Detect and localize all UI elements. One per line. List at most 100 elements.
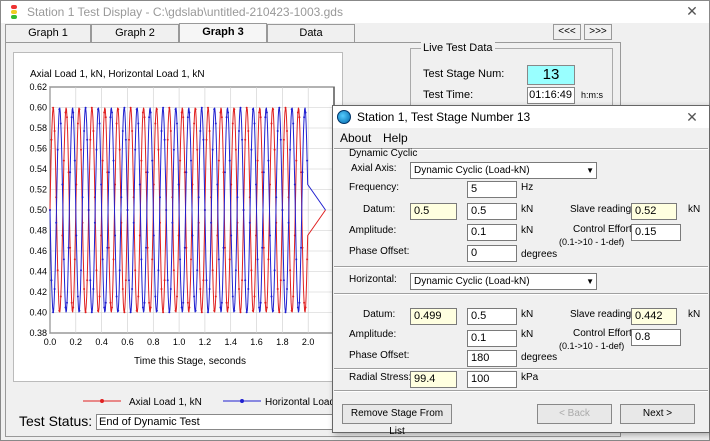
data-point xyxy=(152,234,155,237)
chart-area: Axial Load 1, kN, Horizontal Load 1, kN … xyxy=(13,52,343,382)
menu-help[interactable]: Help xyxy=(383,131,408,145)
next-button[interactable]: Next > xyxy=(620,404,695,424)
data-point xyxy=(148,116,151,119)
data-point xyxy=(296,306,299,309)
radial-stress-input[interactable]: 100 xyxy=(467,371,517,388)
data-point xyxy=(200,106,203,109)
data-point xyxy=(135,108,138,111)
data-point xyxy=(59,122,62,125)
data-point xyxy=(166,279,169,282)
data-point xyxy=(59,295,62,298)
test-stage-label: Test Stage Num: xyxy=(423,68,505,80)
axial-effort-input[interactable]: 0.15 xyxy=(631,224,681,241)
data-point xyxy=(261,246,264,249)
data-point xyxy=(245,311,248,314)
data-point xyxy=(284,106,287,109)
data-point xyxy=(199,288,202,290)
data-point xyxy=(128,279,130,282)
horizontal-phase-input[interactable]: 180 xyxy=(467,350,517,367)
remove-stage-button[interactable]: Remove Stage From List xyxy=(342,404,452,437)
data-point xyxy=(101,258,104,261)
data-point xyxy=(83,288,86,290)
y-tick-label: 0.48 xyxy=(29,226,47,236)
data-point xyxy=(185,171,188,174)
horizontal-amplitude-input[interactable]: 0.1 xyxy=(467,330,517,347)
x-tick-label: 2.0 xyxy=(302,337,315,347)
data-point xyxy=(138,183,141,186)
data-point xyxy=(258,306,261,309)
y-tick-label: 0.62 xyxy=(29,82,47,92)
data-point xyxy=(53,288,56,290)
data-point xyxy=(118,148,121,151)
next-page-button[interactable]: >>> xyxy=(584,24,612,40)
axial-amplitude-input[interactable]: 0.1 xyxy=(467,224,517,241)
tab-graph-2[interactable]: Graph 2 xyxy=(91,24,179,42)
data-point xyxy=(244,279,247,282)
data-point xyxy=(103,306,106,309)
tab-graph-3[interactable]: Graph 3 xyxy=(179,23,267,43)
data-point xyxy=(279,279,282,282)
data-point xyxy=(214,122,217,125)
axial-mode-select[interactable]: Dynamic Cyclic (Load-kN) ▼ xyxy=(410,162,597,179)
data-point xyxy=(101,159,104,162)
data-point xyxy=(70,301,73,304)
data-point xyxy=(276,130,279,132)
data-point xyxy=(95,269,98,272)
data-point xyxy=(76,295,79,298)
data-point xyxy=(267,159,270,162)
data-point xyxy=(300,246,302,249)
frequency-input[interactable]: 5 xyxy=(467,181,517,198)
horizontal-datum-input[interactable]: 0.5 xyxy=(467,308,517,325)
data-point xyxy=(289,269,292,272)
axial-phase-input[interactable]: 0 xyxy=(467,245,517,262)
data-point xyxy=(151,258,154,261)
menu-about[interactable]: About xyxy=(340,131,371,145)
data-point xyxy=(92,130,95,132)
data-point xyxy=(131,288,134,290)
axial-datum-input[interactable]: 0.5 xyxy=(467,203,517,220)
horizontal-effort-input[interactable]: 0.8 xyxy=(631,329,681,346)
data-point xyxy=(172,269,175,272)
close-icon[interactable]: ✕ xyxy=(683,3,701,19)
test-time-label: Test Time: xyxy=(423,89,474,101)
data-point xyxy=(120,196,123,199)
data-point xyxy=(114,234,117,237)
data-point xyxy=(228,258,231,261)
data-point xyxy=(50,279,53,282)
data-point xyxy=(90,311,93,314)
data-point xyxy=(109,301,112,304)
data-point xyxy=(259,301,262,304)
data-point xyxy=(157,148,160,151)
data-point xyxy=(205,279,208,282)
data-point xyxy=(66,301,68,304)
data-point xyxy=(124,279,127,282)
dialog-close-icon[interactable]: ✕ xyxy=(683,109,701,125)
test-stage-value: 13 xyxy=(527,65,575,85)
stage-dialog: Station 1, Test Stage Number 13 ✕ About … xyxy=(332,105,710,437)
data-point xyxy=(140,159,143,162)
tab-graph-1[interactable]: Graph 1 xyxy=(5,24,91,42)
data-point xyxy=(97,309,99,312)
data-point xyxy=(250,148,253,151)
data-point xyxy=(208,288,211,290)
axial-datum-current: 0.5 xyxy=(410,203,457,220)
horizontal-mode-select[interactable]: Dynamic Cyclic (Load-kN) ▼ xyxy=(410,273,597,290)
data-point xyxy=(92,288,95,290)
window-title: Station 1 Test Display - C:\gdslab\untit… xyxy=(27,5,343,19)
data-point xyxy=(202,138,205,141)
data-point xyxy=(174,108,177,111)
back-button[interactable]: < Back xyxy=(537,404,612,424)
data-point xyxy=(66,116,68,119)
data-point xyxy=(278,311,281,314)
data-point xyxy=(129,106,132,109)
data-point xyxy=(296,111,299,114)
prev-page-button[interactable]: <<< xyxy=(553,24,581,40)
data-point xyxy=(241,279,244,282)
data-point xyxy=(89,279,92,282)
x-axis-label: Time this Stage, seconds xyxy=(134,356,246,367)
data-point xyxy=(196,269,199,272)
data-point xyxy=(53,130,56,132)
data-point xyxy=(225,301,228,304)
tab-data[interactable]: Data xyxy=(267,24,355,42)
dialog-title: Station 1, Test Stage Number 13 xyxy=(357,110,531,124)
